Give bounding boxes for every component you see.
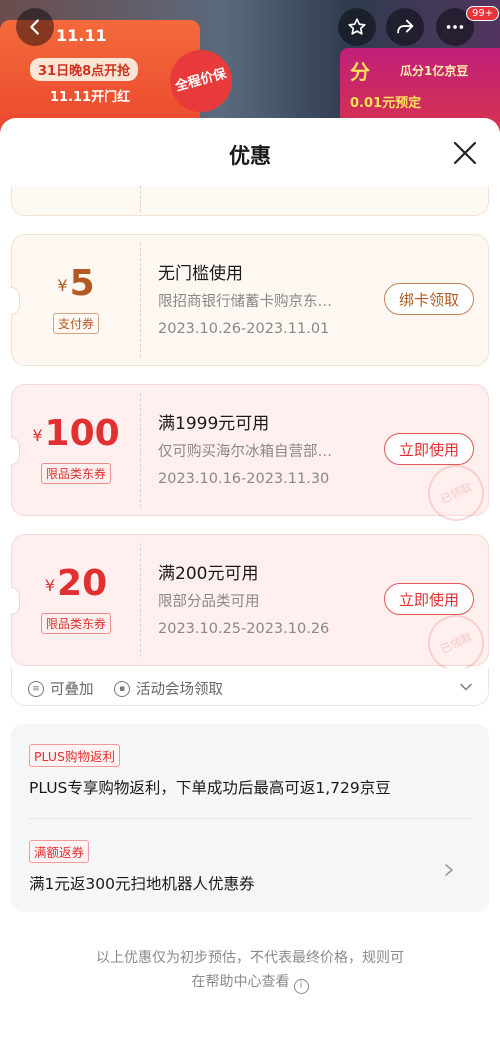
coupon-tag: 限品类东券 bbox=[40, 613, 111, 634]
bind-card-button[interactable]: 绑卡领取 bbox=[384, 283, 474, 315]
coupon-date: 2023.10.26-2023.11.01 bbox=[158, 321, 330, 337]
coupon-amount: ¥100 bbox=[32, 413, 120, 454]
venue-claim-info: ▪ 活动会场领取 bbox=[114, 678, 223, 699]
banner-fen: 分 bbox=[350, 60, 370, 84]
coupon-title: 满200元可用 bbox=[158, 564, 259, 584]
banner-presale: 0.01元预定 bbox=[350, 96, 422, 111]
stack-icon: ≡ bbox=[28, 680, 44, 697]
coupon-desc: 限部分品类可用 bbox=[158, 594, 260, 610]
sheet-title: 优惠 bbox=[229, 144, 271, 168]
coupon-footer-bar[interactable]: ≡ 可叠加 ▪ 活动会场领取 bbox=[11, 668, 489, 706]
claimed-stamp: 已领取 bbox=[418, 455, 494, 531]
plus-rebate-text: PLUS专享购物返利，下单成功后最高可返1,729京豆 bbox=[29, 779, 391, 797]
banner-guafen: 瓜分1亿京豆 bbox=[400, 64, 469, 78]
share-button[interactable] bbox=[386, 8, 424, 46]
coupon-amount: ¥5 bbox=[57, 263, 95, 304]
notification-badge: 99+ bbox=[466, 6, 500, 21]
chevron-left-icon bbox=[30, 19, 39, 35]
banner-promo-sub: 11.11开门红 bbox=[50, 90, 131, 105]
star-icon bbox=[348, 18, 366, 35]
coupon-desc: 仅可购买海尔冰箱自营部… bbox=[158, 444, 332, 460]
share-icon bbox=[397, 19, 414, 34]
coupon-tag: 支付券 bbox=[52, 313, 99, 334]
coupon-desc: 限招商银行储蓄卡购京东… bbox=[158, 294, 332, 310]
coupon-tag: 限品类东券 bbox=[40, 463, 111, 484]
more-dots-icon bbox=[446, 25, 464, 29]
disclaimer: 以上优惠仅为初步预估，不代表最终价格，规则可 在帮助中心查看 i bbox=[50, 946, 450, 994]
chevron-down-icon[interactable] bbox=[459, 680, 473, 694]
coupon-title: 满1999元可用 bbox=[158, 414, 270, 434]
back-button[interactable] bbox=[16, 8, 54, 46]
stackable-info: ≡ 可叠加 bbox=[28, 678, 94, 699]
favorite-button[interactable] bbox=[338, 8, 376, 46]
full-return-text[interactable]: 满1元返300元扫地机器人优惠券 bbox=[29, 872, 254, 894]
full-return-tag: 满额返券 bbox=[29, 840, 90, 863]
info-icon[interactable]: i bbox=[293, 978, 309, 994]
use-now-button[interactable]: 立即使用 bbox=[384, 583, 474, 615]
close-icon[interactable] bbox=[452, 140, 478, 166]
coupon-title: 无门槛使用 bbox=[158, 264, 243, 284]
coupon-date: 2023.10.25-2023.10.26 bbox=[158, 621, 330, 637]
coupon-card: ¥5 支付券 无门槛使用 限招商银行储蓄卡购京东… 2023.10.26-202… bbox=[11, 234, 489, 366]
rebate-section: PLUS购物返利 PLUS专享购物返利，下单成功后最高可返1,729京豆 满额返… bbox=[11, 724, 489, 912]
banner-promo: 31日晚8点开抢 bbox=[30, 58, 139, 81]
plus-rebate-tag: PLUS购物返利 bbox=[29, 744, 120, 767]
use-now-button[interactable]: 立即使用 bbox=[384, 433, 474, 465]
chevron-right-icon[interactable] bbox=[443, 863, 455, 877]
coupon-date: 2023.10.16-2023.11.30 bbox=[158, 471, 330, 487]
discount-sheet: 优惠 ¥5 支付券 无门槛使用 限招商银行储蓄卡购京东… 2023.10.26-… bbox=[0, 118, 500, 1042]
banner-logo: 11.11 bbox=[56, 26, 107, 45]
coupon-card: ¥20 限品类东券 满200元可用 限部分品类可用 2023.10.25-202… bbox=[11, 534, 494, 681]
previous-coupon-stub bbox=[11, 186, 489, 216]
coupon-card: ¥100 限品类东券 满1999元可用 仅可购买海尔冰箱自营部… 2023.10… bbox=[11, 384, 494, 531]
coupon-amount: ¥20 bbox=[44, 563, 108, 604]
ticket-icon: ▪ bbox=[114, 680, 130, 697]
